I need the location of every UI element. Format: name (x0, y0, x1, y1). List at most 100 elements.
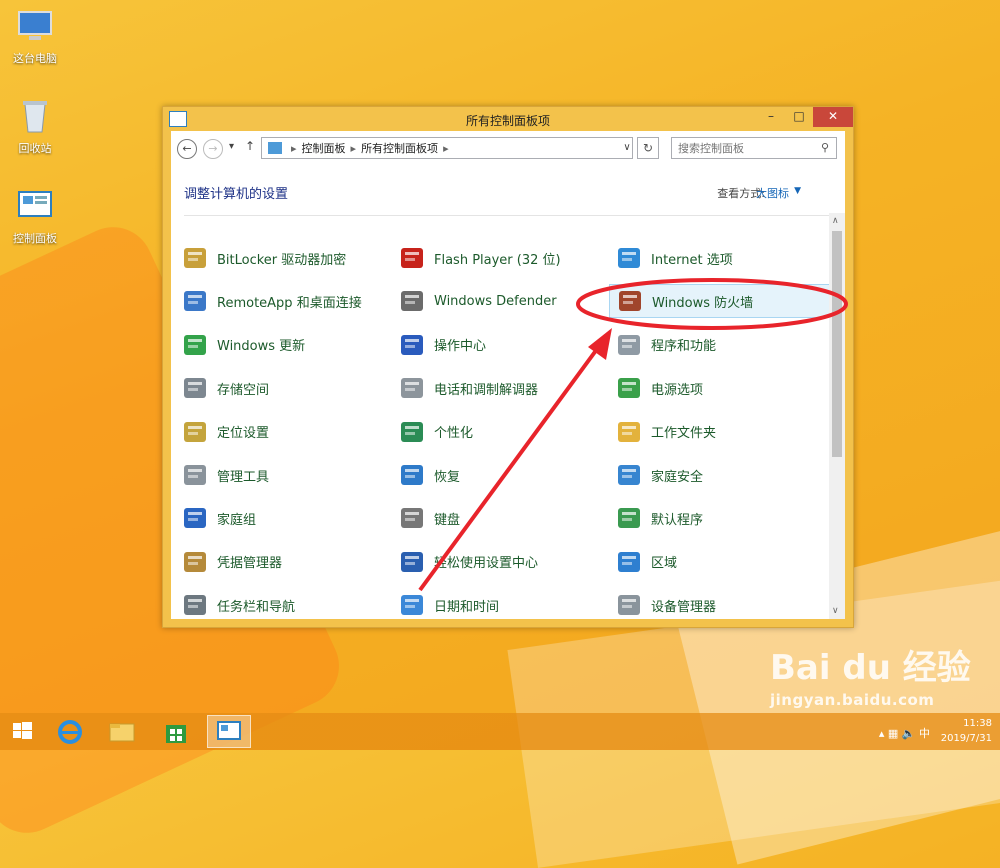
breadcrumb-separator-icon[interactable]: ▸ (443, 142, 449, 155)
scrollbar-thumb[interactable] (832, 231, 842, 457)
remoteapp-icon (181, 287, 209, 315)
control-panel-item[interactable]: 电话和调制解调器 (398, 371, 608, 405)
address-dropdown-chevron-icon[interactable]: ∨ (618, 137, 636, 159)
control-panel-item[interactable]: 家庭安全 (615, 458, 825, 492)
back-button[interactable]: ← (177, 139, 197, 159)
control-panel-item[interactable]: 个性化 (398, 415, 608, 449)
control-panel-item[interactable]: 操作中心 (398, 328, 608, 362)
maximize-button[interactable]: □ (785, 107, 813, 127)
desktop-icon-recycle-bin[interactable]: 回收站 (0, 96, 70, 156)
desktop-icon-label: 控制面板 (13, 232, 57, 245)
control-panel-item[interactable]: RemoteApp 和桌面连接 (181, 284, 391, 318)
clock[interactable]: 11:38 2019/7/31 (941, 716, 992, 746)
control-panel-item[interactable]: Internet 选项 (615, 241, 825, 275)
control-panel-item-label: Windows 防火墙 (652, 295, 754, 311)
power-options-icon (615, 374, 643, 402)
windows-logo-icon (13, 722, 32, 739)
control-panel-item[interactable]: 家庭组 (181, 501, 391, 535)
control-panel-item-label: 个性化 (434, 426, 474, 442)
recent-locations-chevron-icon[interactable]: ▾ (229, 141, 234, 152)
title-bar[interactable]: 所有控制面板项 – □ ✕ (163, 107, 853, 131)
control-panel-item[interactable]: 工作文件夹 (615, 415, 825, 449)
control-panel-item-label: 家庭组 (217, 512, 257, 528)
close-button[interactable]: ✕ (813, 107, 853, 127)
control-panel-item[interactable]: Windows 防火墙 (609, 284, 831, 319)
credential-manager-icon (181, 548, 209, 576)
volume-icon[interactable]: 🔈 (902, 727, 916, 740)
control-panel-item[interactable]: 电源选项 (615, 371, 825, 405)
search-input[interactable] (671, 137, 837, 159)
ime-indicator[interactable]: 中 (919, 727, 930, 740)
search-icon[interactable]: ⚲ (821, 141, 829, 154)
control-panel-item[interactable]: 程序和功能 (615, 328, 825, 362)
refresh-button[interactable]: ↻ (637, 137, 659, 159)
control-panel-item[interactable]: 区域 (615, 545, 825, 579)
desktop-icon-this-pc[interactable]: 这台电脑 (0, 6, 70, 66)
taskbar-file-explorer[interactable] (100, 715, 144, 748)
desktop-icon-label: 这台电脑 (13, 52, 57, 65)
control-panel-item[interactable]: Windows 更新 (181, 328, 391, 362)
control-panel-item-label: 轻松使用设置中心 (434, 556, 539, 572)
programs-features-icon (615, 331, 643, 359)
control-panel-item[interactable]: 键盘 (398, 501, 608, 535)
system-tray-icons[interactable]: ▴ ▦ 🔈 中 (879, 725, 930, 741)
watermark-url: jingyan.baidu.com (770, 691, 935, 709)
clock-date: 2019/7/31 (940, 733, 992, 744)
scroll-up-arrow-icon[interactable]: ∧ (832, 216, 839, 226)
control-panel-item-label: Flash Player (32 位) (434, 252, 561, 268)
control-panel-items-grid: BitLocker 驱动器加密 Flash Player (32 位) Intern… (181, 241, 831, 621)
control-panel-item[interactable]: 默认程序 (615, 501, 825, 535)
desktop-icon-control-panel[interactable]: 控制面板 (0, 186, 70, 246)
control-panel-item[interactable]: 定位设置 (181, 415, 391, 449)
date-time-icon (398, 591, 426, 619)
breadcrumb-control-panel[interactable]: 控制面板 (302, 142, 346, 155)
control-panel-item-label: 电话和调制解调器 (434, 382, 539, 398)
homegroup-icon (181, 504, 209, 532)
address-bar[interactable]: ▸ 控制面板 ▸ 所有控制面板项 ▸ (261, 137, 633, 159)
family-safety-icon (615, 461, 643, 489)
scroll-down-arrow-icon[interactable]: ∨ (832, 606, 839, 616)
start-button[interactable] (0, 715, 44, 748)
control-panel-item[interactable]: BitLocker 驱动器加密 (181, 241, 391, 275)
taskbar-control-panel[interactable] (207, 715, 251, 748)
control-panel-item-label: 任务栏和导航 (217, 599, 296, 615)
breadcrumb-all-items[interactable]: 所有控制面板项 (361, 142, 438, 155)
control-panel-item[interactable]: 日期和时间 (398, 588, 608, 621)
network-icon[interactable]: ▦ (888, 727, 898, 740)
location-settings-icon (181, 418, 209, 446)
control-panel-item-label: 工作文件夹 (651, 426, 717, 442)
view-by-chevron-icon[interactable]: ▼ (794, 186, 801, 196)
control-panel-item[interactable]: 凭据管理器 (181, 545, 391, 579)
vertical-scrollbar[interactable]: ∧ ∨ (829, 213, 845, 619)
control-panel-item-label: 操作中心 (434, 339, 487, 355)
control-panel-item[interactable]: 存储空间 (181, 371, 391, 405)
control-panel-item[interactable]: 轻松使用设置中心 (398, 545, 608, 579)
content-header: 调整计算机的设置 查看方式: 大图标 ▼ (171, 177, 845, 202)
control-panel-item-label: 程序和功能 (651, 339, 717, 355)
control-panel-item[interactable]: 设备管理器 (615, 588, 825, 621)
work-folders-icon (615, 418, 643, 446)
recovery-icon (398, 461, 426, 489)
control-panel-item[interactable]: 管理工具 (181, 458, 391, 492)
control-panel-item-label: Internet 选项 (651, 252, 733, 268)
control-panel-item[interactable]: 恢复 (398, 458, 608, 492)
view-by-dropdown[interactable]: 大图标 (756, 185, 789, 201)
control-panel-item[interactable]: Flash Player (32 位) (398, 241, 608, 275)
taskbar: ▴ ▦ 🔈 中 11:38 2019/7/31 (0, 713, 1000, 750)
store-icon (166, 725, 186, 743)
clock-time: 11:38 (963, 718, 992, 729)
control-panel-item[interactable]: Windows Defender (398, 284, 608, 318)
control-panel-item[interactable]: 任务栏和导航 (181, 588, 391, 621)
breadcrumb-separator-icon[interactable]: ▸ (351, 142, 357, 155)
taskbar-store[interactable] (154, 715, 198, 748)
minimize-button[interactable]: – (757, 107, 785, 127)
up-arrow-button[interactable]: ↑ (245, 139, 255, 153)
window-title: 所有控制面板项 (465, 114, 550, 128)
control-panel-item-label: Windows Defender (434, 293, 557, 309)
show-hidden-icons-chevron-icon[interactable]: ▴ (879, 727, 885, 740)
forward-button[interactable]: → (203, 139, 223, 159)
action-center-flag-icon (398, 331, 426, 359)
phone-modem-icon (398, 374, 426, 402)
personalization-icon (398, 418, 426, 446)
taskbar-internet-explorer[interactable] (48, 715, 92, 748)
